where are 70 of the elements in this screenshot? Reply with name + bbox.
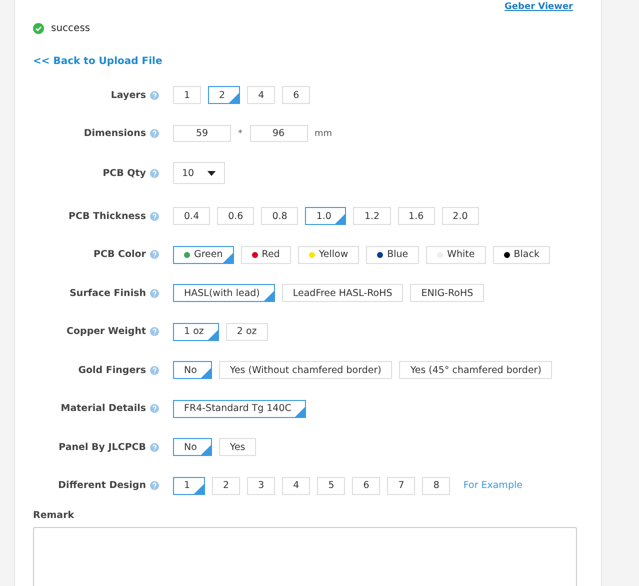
field-label: Copper Weight (66, 326, 146, 337)
field-label: Material Details (60, 403, 146, 414)
help-icon[interactable] (150, 129, 159, 138)
help-icon[interactable] (150, 250, 159, 259)
option-button[interactable]: LeadFree HASL-RoHS (282, 284, 404, 302)
field-label: Panel By JLCPCB (58, 442, 146, 452)
option-button[interactable]: White (426, 246, 486, 264)
option-button[interactable]: FR4-Standard Tg 140C (173, 400, 306, 418)
option-button[interactable]: 8 (422, 476, 450, 494)
success-check-icon (33, 23, 44, 34)
field-label: PCB Thickness (68, 210, 146, 222)
help-icon[interactable] (150, 404, 159, 413)
option-button[interactable]: 4 (282, 476, 310, 494)
option-button[interactable]: HASL(with lead) (173, 284, 275, 302)
option-button[interactable]: No (173, 438, 212, 456)
option-button[interactable]: 0.4 (173, 207, 210, 225)
help-icon[interactable] (150, 327, 159, 336)
field-label: Surface Finish (70, 288, 146, 298)
option-button[interactable]: Red (240, 246, 291, 264)
option-button[interactable]: 1.2 (353, 207, 391, 225)
help-icon[interactable] (150, 366, 159, 374)
option-button[interactable]: Black (492, 246, 550, 264)
field-label: PCB Qty (102, 168, 146, 178)
option-button[interactable]: 2 oz (226, 322, 268, 340)
field-label: Different Design (58, 480, 146, 491)
option-button[interactable]: Yes (45° chamfered border) (399, 361, 552, 379)
help-icon[interactable] (150, 168, 159, 178)
option-button[interactable]: 2.0 (442, 207, 479, 225)
help-icon[interactable] (150, 442, 159, 452)
option-button[interactable]: 6 (282, 86, 310, 104)
option-button[interactable]: 4 (247, 86, 276, 104)
viewer-link[interactable]: Geber Viewer (504, 1, 573, 13)
option-button[interactable]: 0.6 (217, 207, 254, 225)
option-button[interactable]: Yes (218, 438, 256, 456)
help-icon[interactable] (150, 481, 159, 490)
option-button[interactable]: 7 (387, 476, 416, 494)
width-field[interactable]: 59 (173, 125, 231, 142)
option-button[interactable]: 3 (247, 476, 276, 494)
field-label: PCB Color (94, 249, 146, 260)
option-button[interactable]: 1 oz (173, 322, 219, 340)
remark-label: Remark (33, 510, 76, 521)
option-button[interactable]: 1.6 (398, 207, 435, 225)
option-button[interactable]: 1 (173, 476, 206, 494)
option-button[interactable]: 2 (208, 86, 240, 104)
option-button[interactable]: Yellow (298, 246, 360, 264)
field-label: Gold Fingers (78, 364, 146, 376)
option-button[interactable]: No (173, 361, 212, 379)
remark-field[interactable] (33, 527, 577, 586)
option-button[interactable]: Green (173, 246, 234, 264)
status-text: success (51, 23, 90, 34)
field-label: Dimensions (84, 128, 146, 139)
field-label: Layers (110, 90, 146, 100)
option-button[interactable]: 1 (173, 86, 202, 104)
help-icon[interactable] (150, 212, 159, 220)
option-button[interactable]: ENIG-RoHS (410, 284, 484, 302)
caret-icon (207, 170, 216, 176)
option-button[interactable]: 0.8 (261, 207, 298, 225)
height-field[interactable]: 96 (250, 125, 308, 142)
back-link[interactable]: << Back to Upload File (33, 56, 162, 67)
option-button[interactable]: 2 (212, 476, 240, 494)
quantity-select[interactable]: 10 (173, 162, 225, 184)
unit-text: mm (314, 128, 332, 138)
help-icon[interactable] (150, 288, 159, 298)
option-button[interactable]: 1.0 (305, 207, 346, 225)
option-button[interactable]: 5 (317, 476, 346, 494)
option-button[interactable]: 6 (352, 476, 380, 494)
help-icon[interactable] (150, 90, 159, 100)
times-sign: * (238, 128, 242, 138)
option-button[interactable]: Blue (366, 246, 420, 264)
option-button[interactable]: Yes (Without chamfered border) (218, 361, 392, 379)
